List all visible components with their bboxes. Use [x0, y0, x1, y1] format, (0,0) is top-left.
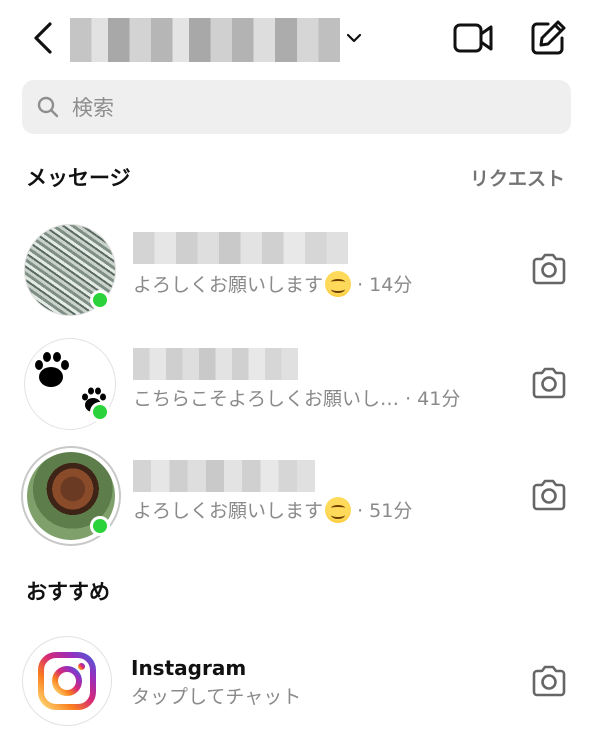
suggested-row[interactable]: Instagram タップしてチャット [0, 632, 593, 732]
contact-name-redacted [133, 232, 348, 264]
chevron-left-icon [34, 22, 52, 54]
camera-button[interactable] [530, 252, 568, 286]
message-time: · 41分 [405, 388, 461, 410]
account-switch-button[interactable] [344, 28, 364, 48]
chevron-down-icon [346, 33, 362, 43]
suggested-subtitle: タップしてチャット [131, 686, 302, 708]
camera-icon [532, 479, 566, 511]
camera-button[interactable] [530, 664, 568, 698]
smiling-face-emoji-icon [325, 271, 352, 297]
message-preview: こちらこそよろしくお願いし… · 41分 [133, 384, 460, 411]
contact-name-redacted [133, 348, 298, 380]
instagram-logo-icon [38, 652, 96, 710]
header-bar [0, 0, 593, 78]
avatar[interactable] [22, 636, 112, 726]
back-button[interactable] [28, 18, 58, 58]
suggested-heading: おすすめ [26, 580, 110, 604]
compose-button[interactable] [528, 18, 568, 58]
camera-icon [532, 665, 566, 697]
smiling-face-emoji-icon [325, 497, 352, 523]
messages-heading: メッセージ [26, 166, 131, 190]
requests-link[interactable]: リクエスト [470, 164, 565, 191]
video-camera-icon [453, 23, 493, 53]
message-preview-text: よろしくお願いします [133, 500, 324, 522]
camera-icon [532, 367, 566, 399]
suggested-name: Instagram [131, 656, 247, 680]
online-status-dot [90, 402, 110, 422]
message-time: · 51分 [357, 500, 413, 522]
search-bar[interactable] [22, 80, 571, 134]
video-call-button[interactable] [452, 20, 494, 56]
message-preview: よろしくお願いします · 14分 [133, 270, 412, 297]
online-status-dot [90, 290, 110, 310]
message-time: · 14分 [357, 274, 413, 296]
message-preview: よろしくお願いします · 51分 [133, 496, 412, 523]
online-status-dot [90, 516, 110, 536]
message-preview-text: よろしくお願いします [133, 274, 324, 296]
account-name-redacted[interactable] [70, 18, 340, 62]
camera-button[interactable] [530, 478, 568, 512]
conversation-row[interactable]: こちらこそよろしくお願いし… · 41分 [0, 334, 593, 444]
camera-icon [532, 253, 566, 285]
search-input[interactable] [70, 89, 554, 127]
camera-button[interactable] [530, 366, 568, 400]
search-icon [37, 96, 59, 118]
conversation-row[interactable]: よろしくお願いします · 51分 [0, 444, 593, 554]
contact-name-redacted [133, 460, 315, 492]
conversation-row[interactable]: よろしくお願いします · 14分 [0, 220, 593, 330]
compose-icon [531, 20, 566, 55]
message-preview-text: こちらこそよろしくお願いし… [133, 388, 400, 410]
